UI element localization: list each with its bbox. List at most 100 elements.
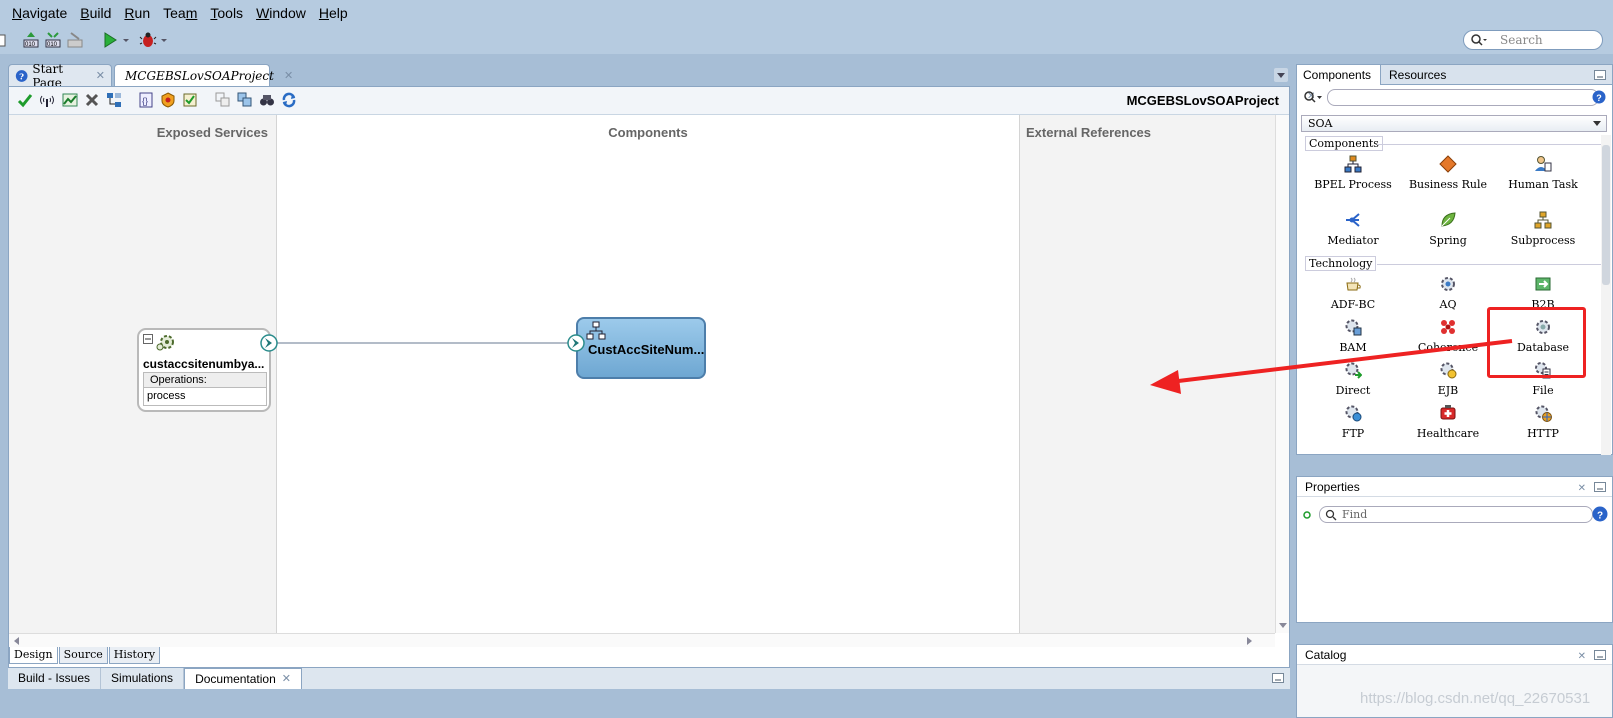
minimize-icon[interactable] bbox=[1594, 70, 1606, 80]
close-icon[interactable]: ✕ bbox=[282, 669, 291, 689]
debug-dropdown-icon[interactable] bbox=[159, 31, 169, 49]
palette-item-aq[interactable]: AQ bbox=[1402, 275, 1494, 312]
palette-item-label: Mediator bbox=[1327, 234, 1379, 247]
clean-icon[interactable] bbox=[66, 31, 84, 49]
palette-item-direct[interactable]: Direct bbox=[1307, 361, 1399, 398]
palette-item-ejb[interactable]: EJB bbox=[1402, 361, 1494, 398]
tab-source[interactable]: Source bbox=[58, 647, 108, 664]
close-icon[interactable]: ✕ bbox=[1578, 647, 1586, 667]
menu-build[interactable]: Build bbox=[80, 5, 111, 21]
delete-icon[interactable] bbox=[84, 92, 100, 108]
minimize-icon[interactable] bbox=[1272, 673, 1284, 683]
mediator-port-icon[interactable] bbox=[567, 334, 585, 352]
palette-item-bpel[interactable]: BPEL Process bbox=[1307, 155, 1399, 192]
tab-start-page[interactable]: ? Start Page ✕ bbox=[8, 62, 112, 90]
search-input[interactable]: Search bbox=[1463, 30, 1603, 50]
close-icon[interactable]: ✕ bbox=[284, 69, 293, 82]
palette-item-mediator[interactable]: Mediator bbox=[1307, 211, 1399, 248]
horizontal-scrollbar[interactable] bbox=[9, 633, 1275, 647]
tab-design[interactable]: Design bbox=[9, 647, 58, 664]
tab-resources[interactable]: Resources bbox=[1383, 65, 1452, 85]
status-dot-icon bbox=[1303, 511, 1311, 519]
palette-item-http[interactable]: HTTP bbox=[1497, 404, 1589, 441]
palette-item-spring[interactable]: Spring bbox=[1402, 211, 1494, 248]
find-icon[interactable] bbox=[259, 92, 275, 108]
menu-help[interactable]: Help bbox=[319, 5, 348, 21]
scroll-left-icon[interactable] bbox=[13, 636, 21, 646]
design-canvas[interactable]: Exposed Services Components External Ref… bbox=[9, 115, 1275, 633]
svg-text:{}: {} bbox=[142, 96, 148, 106]
palette-item-bam[interactable]: BAM bbox=[1307, 318, 1399, 355]
properties-find-input[interactable]: Find bbox=[1319, 506, 1593, 523]
tab-history[interactable]: History bbox=[108, 647, 161, 664]
tab-list-icon[interactable] bbox=[1274, 68, 1288, 82]
svg-text:?: ? bbox=[1596, 93, 1602, 103]
mediator-component-box[interactable]: CustAccSiteNum... bbox=[576, 317, 706, 379]
wireless-icon[interactable] bbox=[39, 92, 55, 108]
tab-simulations[interactable]: Simulations bbox=[101, 668, 185, 689]
debug-icon[interactable] bbox=[139, 31, 157, 49]
palette-item-coherence[interactable]: Coherence bbox=[1402, 318, 1494, 355]
operation-item[interactable]: process bbox=[143, 388, 267, 406]
policy-icon[interactable] bbox=[160, 92, 176, 108]
layout-icon[interactable] bbox=[106, 92, 122, 108]
section-divider bbox=[1377, 264, 1603, 265]
search-placeholder: Search bbox=[1500, 33, 1543, 47]
scroll-thumb[interactable] bbox=[1602, 145, 1610, 285]
close-icon[interactable]: ✕ bbox=[96, 69, 105, 82]
validate-icon[interactable] bbox=[17, 92, 33, 108]
chevron-down-icon bbox=[1593, 121, 1601, 126]
exposed-service-box[interactable]: custaccsitenumbya... Operations: process bbox=[137, 328, 271, 412]
palette-search-icon[interactable] bbox=[1303, 90, 1323, 104]
service-port-icon[interactable] bbox=[260, 334, 278, 352]
run-icon[interactable] bbox=[101, 31, 119, 49]
script-icon[interactable]: {} bbox=[138, 92, 154, 108]
vertical-scrollbar[interactable] bbox=[1275, 115, 1289, 633]
chart-icon[interactable] bbox=[62, 92, 78, 108]
menu-team[interactable]: Team bbox=[163, 5, 197, 21]
palette-item-label: FTP bbox=[1341, 427, 1365, 440]
menu-run[interactable]: Run bbox=[124, 5, 150, 21]
palette-item-adf-bc[interactable]: ADF-BC bbox=[1307, 275, 1399, 312]
palette-item-label: Direct bbox=[1335, 384, 1371, 397]
mediator-name: CustAccSiteNum... bbox=[588, 342, 705, 357]
palette-category-select[interactable]: SOA bbox=[1301, 115, 1607, 132]
menu-window[interactable]: Window bbox=[256, 5, 306, 21]
help-icon[interactable]: ? bbox=[1592, 90, 1606, 104]
palette-item-business-rule[interactable]: Business Rule bbox=[1402, 155, 1494, 192]
palette-scrollbar[interactable] bbox=[1601, 135, 1611, 455]
collapse-icon[interactable] bbox=[143, 334, 153, 344]
palette-item-ftp[interactable]: FTP bbox=[1307, 404, 1399, 441]
panel-title: Catalog bbox=[1305, 648, 1347, 662]
palette-item-label: BPEL Process bbox=[1314, 178, 1392, 191]
page-icon[interactable] bbox=[0, 31, 18, 49]
task-icon[interactable] bbox=[182, 92, 198, 108]
zoom-in-icon[interactable] bbox=[215, 92, 231, 108]
palette-item-label: BAM bbox=[1339, 341, 1367, 354]
rebuild-icon[interactable]: 010 bbox=[44, 31, 62, 49]
palette-search-input[interactable] bbox=[1327, 89, 1599, 106]
build-icon[interactable]: 010 bbox=[22, 31, 40, 49]
palette-item-subprocess[interactable]: Subprocess bbox=[1497, 211, 1589, 248]
zoom-out-icon[interactable] bbox=[237, 92, 253, 108]
tab-components[interactable]: Components ✕ bbox=[1297, 65, 1381, 102]
minimize-icon[interactable] bbox=[1594, 482, 1606, 492]
refresh-icon[interactable] bbox=[281, 92, 297, 108]
business-rule-icon bbox=[1439, 155, 1457, 173]
tab-project[interactable]: MCGEBSLovSOAProject ✕ bbox=[114, 64, 293, 86]
scroll-down-icon[interactable] bbox=[1278, 621, 1288, 629]
palette-item-human-task[interactable]: Human Task bbox=[1497, 155, 1589, 192]
tab-build-issues[interactable]: Build - Issues bbox=[8, 668, 102, 689]
run-dropdown-icon[interactable] bbox=[121, 31, 131, 49]
help-icon[interactable]: ? bbox=[1592, 506, 1608, 522]
watermark-text: https://blog.csdn.net/qq_22670531 bbox=[1360, 690, 1591, 707]
svg-text:010: 010 bbox=[25, 42, 36, 48]
minimize-icon[interactable] bbox=[1594, 650, 1606, 660]
menu-tools[interactable]: Tools bbox=[210, 5, 243, 21]
close-icon[interactable]: ✕ bbox=[1578, 479, 1586, 499]
tab-label: Documentation bbox=[195, 672, 276, 686]
menu-navigate[interactable]: Navigate bbox=[12, 5, 67, 21]
tab-documentation[interactable]: Documentation ✕ bbox=[184, 668, 302, 689]
palette-item-healthcare[interactable]: Healthcare bbox=[1402, 404, 1494, 441]
scroll-right-icon[interactable] bbox=[1245, 636, 1253, 646]
